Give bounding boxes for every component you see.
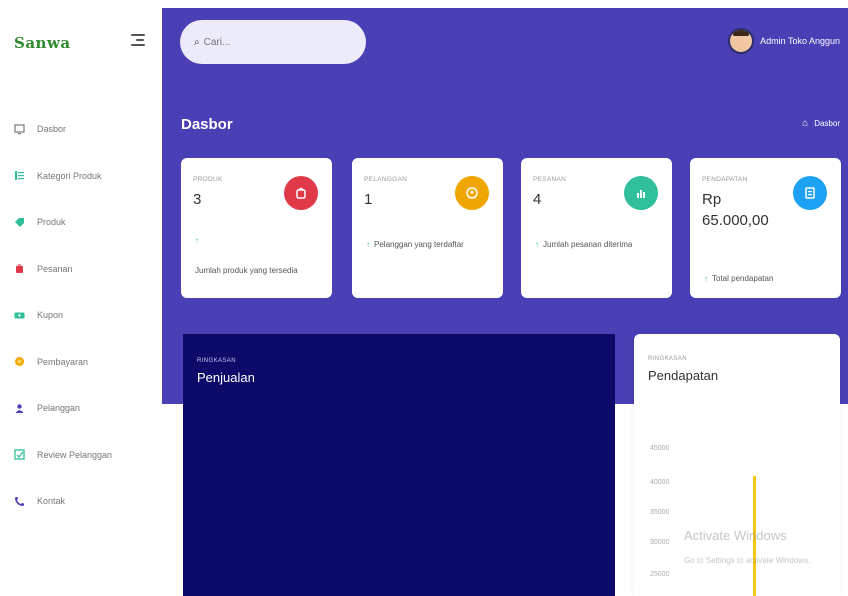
search-box[interactable]: ⌕: [180, 20, 366, 64]
sidebar-item-dasbor[interactable]: Dasbor: [0, 106, 162, 153]
panel-title: Penjualan: [197, 370, 255, 385]
tag-icon: [14, 217, 25, 228]
sidebar-item-label: Pesanan: [37, 263, 73, 274]
tick-label: 30000: [650, 539, 670, 546]
stat-card-pesanan: Pesanan 4 ↑ Jumlah pesanan diterima: [521, 158, 672, 298]
admin-dashboard: Sanwa Dasbor Kategori Produk Produk Pesa…: [0, 0, 848, 596]
home-icon[interactable]: ⌂: [802, 118, 808, 129]
card-footer: Jumlah produk yang tersedia: [195, 266, 298, 275]
tick-label: 40000: [650, 479, 670, 486]
sidebar-item-label: Pelanggan: [37, 403, 81, 414]
users-icon: [14, 403, 25, 414]
sidebar-toggle-icon[interactable]: [130, 32, 146, 48]
sidebar-item-pesanan[interactable]: Pesanan: [0, 246, 162, 293]
review-icon: [14, 449, 25, 460]
sales-chart-panel: Ringkasan Penjualan: [183, 334, 615, 596]
trend-up-icon: ↑: [704, 274, 708, 283]
sidebar-item-label: Review Pelanggan: [37, 449, 113, 460]
sidebar-item-label: Kupon: [37, 310, 64, 321]
card-footer: Pelanggan yang terdaftar: [374, 240, 464, 249]
sidebar-item-produk[interactable]: Produk: [0, 199, 162, 246]
card-footer-row: ↑ Pelanggan yang terdaftar: [366, 240, 464, 249]
breadcrumb: ⌂ Dasbor: [802, 118, 840, 129]
panel-label: Ringkasan: [197, 358, 236, 364]
search-input[interactable]: [203, 36, 344, 48]
card-footer: Jumlah pesanan diterima: [543, 240, 633, 249]
sidebar-item-pembayaran[interactable]: Pembayaran: [0, 339, 162, 386]
page-title: Dasbor: [181, 116, 233, 133]
logo[interactable]: Sanwa: [14, 26, 104, 60]
trend-up-icon: ↑: [366, 240, 370, 249]
sidebar-item-label: Pembayaran: [37, 356, 89, 367]
sidebar-item-label: Dasbor: [37, 124, 67, 135]
monitor-icon: [14, 124, 25, 135]
sidebar-item-kategori-produk[interactable]: Kategori Produk: [0, 153, 162, 200]
bag-icon: [14, 263, 25, 274]
list-icon: [14, 170, 25, 181]
sidebar-item-label: Produk: [37, 217, 66, 228]
user-name: Admin Toko Anggun: [760, 36, 840, 46]
tick-label: 45000: [650, 445, 670, 452]
main-content: ⌕ Admin Toko Anggun Dasbor ⌂ Dasbor Prod…: [162, 0, 848, 596]
tick-label: 25000: [650, 571, 670, 578]
sidebar-item-review-pelanggan[interactable]: Review Pelanggan: [0, 432, 162, 479]
card-footer-row: ↑ Jumlah pesanan diterima: [535, 240, 632, 249]
phone-icon: [14, 496, 25, 507]
sidebar-item-kupon[interactable]: Kupon: [0, 292, 162, 339]
ticket-icon: [14, 310, 25, 321]
trend-up-icon: ↑: [535, 240, 539, 249]
activation-watermark: Activate Windows: [684, 528, 787, 543]
sidebar-item-kontak[interactable]: Kontak: [0, 478, 162, 525]
user-icon: [455, 176, 489, 210]
breadcrumb-current: Dasbor: [814, 119, 840, 128]
sidebar-item-pelanggan[interactable]: Pelanggan: [0, 385, 162, 432]
sidebar-menu: Dasbor Kategori Produk Produk Pesanan Ku…: [0, 106, 162, 525]
card-trend-icon: ↑: [195, 236, 199, 245]
sidebar: Sanwa Dasbor Kategori Produk Produk Pesa…: [0, 0, 162, 596]
document-icon: [793, 176, 827, 210]
logo-text: Sanwa: [14, 34, 71, 52]
sidebar-item-label: Kategori Produk: [37, 170, 102, 181]
user-menu[interactable]: Admin Toko Anggun: [728, 28, 840, 54]
bar-chart-icon: [624, 176, 658, 210]
card-footer-row: ↑ Total pendapatan: [704, 274, 773, 283]
tick-label: 35000: [650, 509, 670, 516]
coin-icon: [14, 356, 25, 367]
stat-card-pelanggan: Pelanggan 1 ↑ Pelanggan yang terdaftar: [352, 158, 503, 298]
search-icon: ⌕: [194, 36, 200, 48]
card-value: 65.000,00: [702, 212, 769, 229]
avatar[interactable]: [728, 28, 755, 54]
bag-icon: [284, 176, 318, 210]
stat-card-produk: Produk 3 ↑ Jumlah produk yang tersedia: [181, 158, 332, 298]
activation-watermark-sub: Go to Settings to activate Windows.: [684, 556, 811, 565]
stat-card-pendapatan: Pendapatan Rp 65.000,00 ↑ Total pendapata…: [690, 158, 841, 298]
card-footer: Total pendapatan: [712, 274, 774, 283]
sidebar-item-label: Kontak: [37, 496, 66, 507]
